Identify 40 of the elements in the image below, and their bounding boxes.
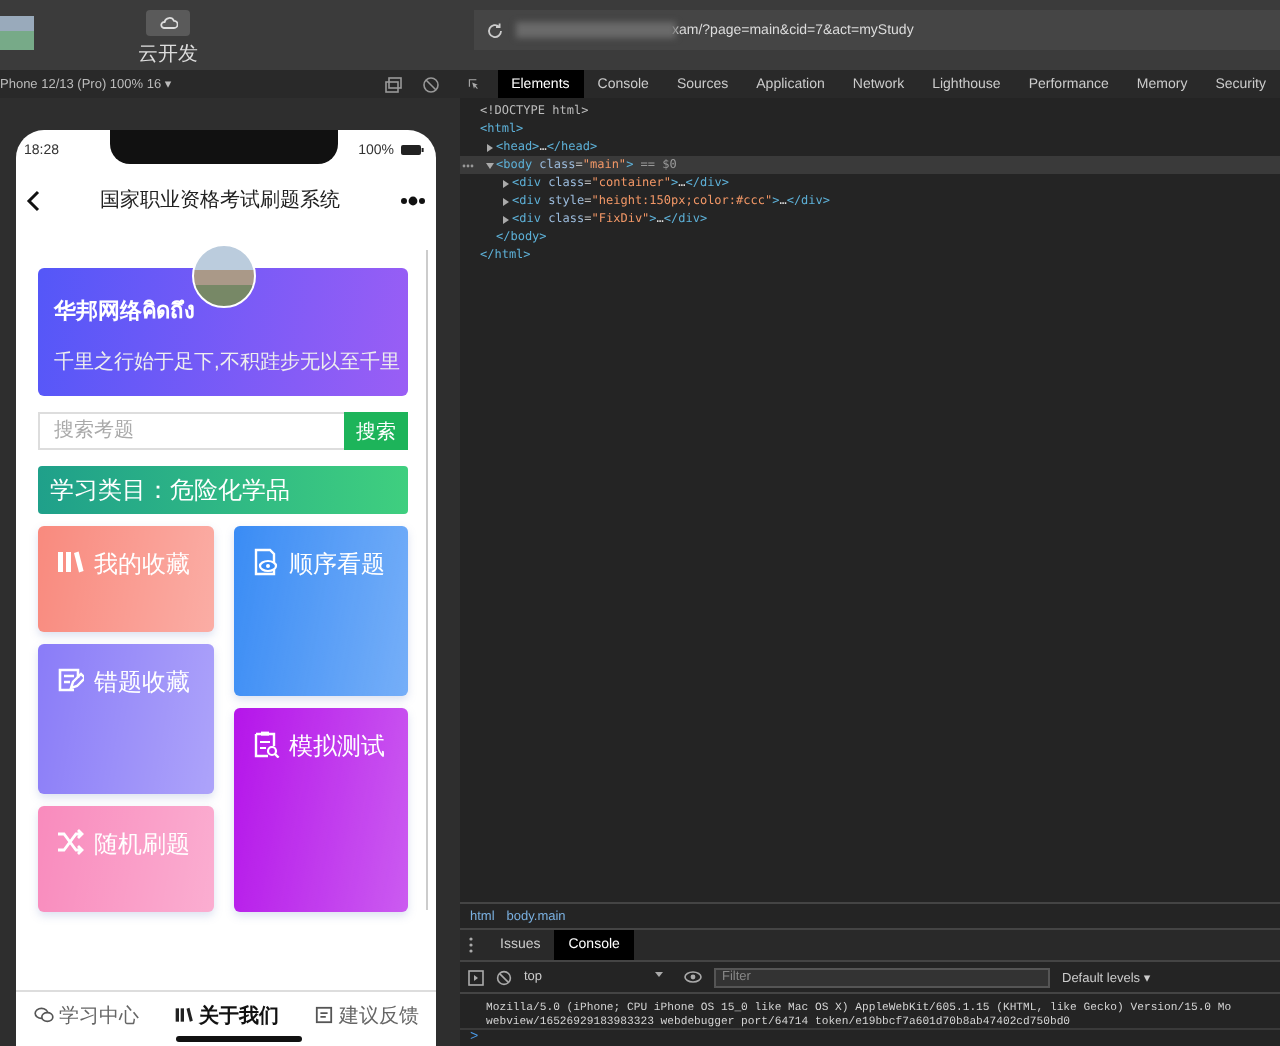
category-bar: 学习类目：危险化学品 <box>38 466 408 514</box>
chat-icon <box>33 1006 53 1024</box>
books-icon <box>56 548 84 576</box>
clear-icon[interactable] <box>496 969 512 985</box>
battery-icon <box>400 144 424 156</box>
more-icon[interactable] <box>400 195 426 205</box>
back-icon[interactable] <box>26 189 40 211</box>
circle-icon[interactable] <box>422 75 440 93</box>
shuffle-icon <box>56 828 84 856</box>
rotate-icon[interactable] <box>384 75 402 93</box>
cloud-button[interactable] <box>146 10 190 36</box>
eye-icon[interactable] <box>684 970 702 984</box>
expanded-arrow-icon[interactable] <box>484 159 496 171</box>
home-indicator <box>176 1036 302 1042</box>
collapsed-arrow-icon[interactable] <box>500 177 512 189</box>
bottom-tab[interactable]: 建议反馈 <box>313 1001 419 1029</box>
collapsed-arrow-icon[interactable] <box>484 141 496 153</box>
cloud-button-label: 云开发 <box>138 42 198 68</box>
document-eye-icon <box>251 548 279 576</box>
sidebar-toggle-icon[interactable] <box>468 969 484 985</box>
refresh-icon[interactable] <box>486 21 504 39</box>
collapsed-arrow-icon[interactable] <box>500 213 512 225</box>
caret-icon <box>654 970 664 978</box>
inspect-icon[interactable] <box>468 76 480 92</box>
bottom-tab[interactable]: 学习中心 <box>33 1001 139 1029</box>
edit-document-icon <box>56 666 84 694</box>
document-icon <box>313 1006 333 1024</box>
banner-motto: 千里之行始于足下,不积跬步无以至千里 <box>54 349 396 376</box>
avatar-photo-placeholder <box>191 244 255 308</box>
menu-tile[interactable]: 模拟测试 <box>233 708 408 912</box>
bottom-tab[interactable]: 关于我们 <box>173 1001 279 1029</box>
collapsed-arrow-icon[interactable] <box>500 195 512 207</box>
photo-placeholder <box>0 16 34 50</box>
page-title: 国家职业资格考试刷题系统 <box>100 187 340 214</box>
search-field[interactable]: 搜索考题 <box>38 412 344 450</box>
banner-title: 华邦网络คิดถึง <box>54 297 196 328</box>
cloud-icon <box>159 16 177 30</box>
more-icon[interactable] <box>468 936 474 954</box>
clipboard-search-icon <box>251 730 279 758</box>
books-icon <box>173 1006 193 1024</box>
